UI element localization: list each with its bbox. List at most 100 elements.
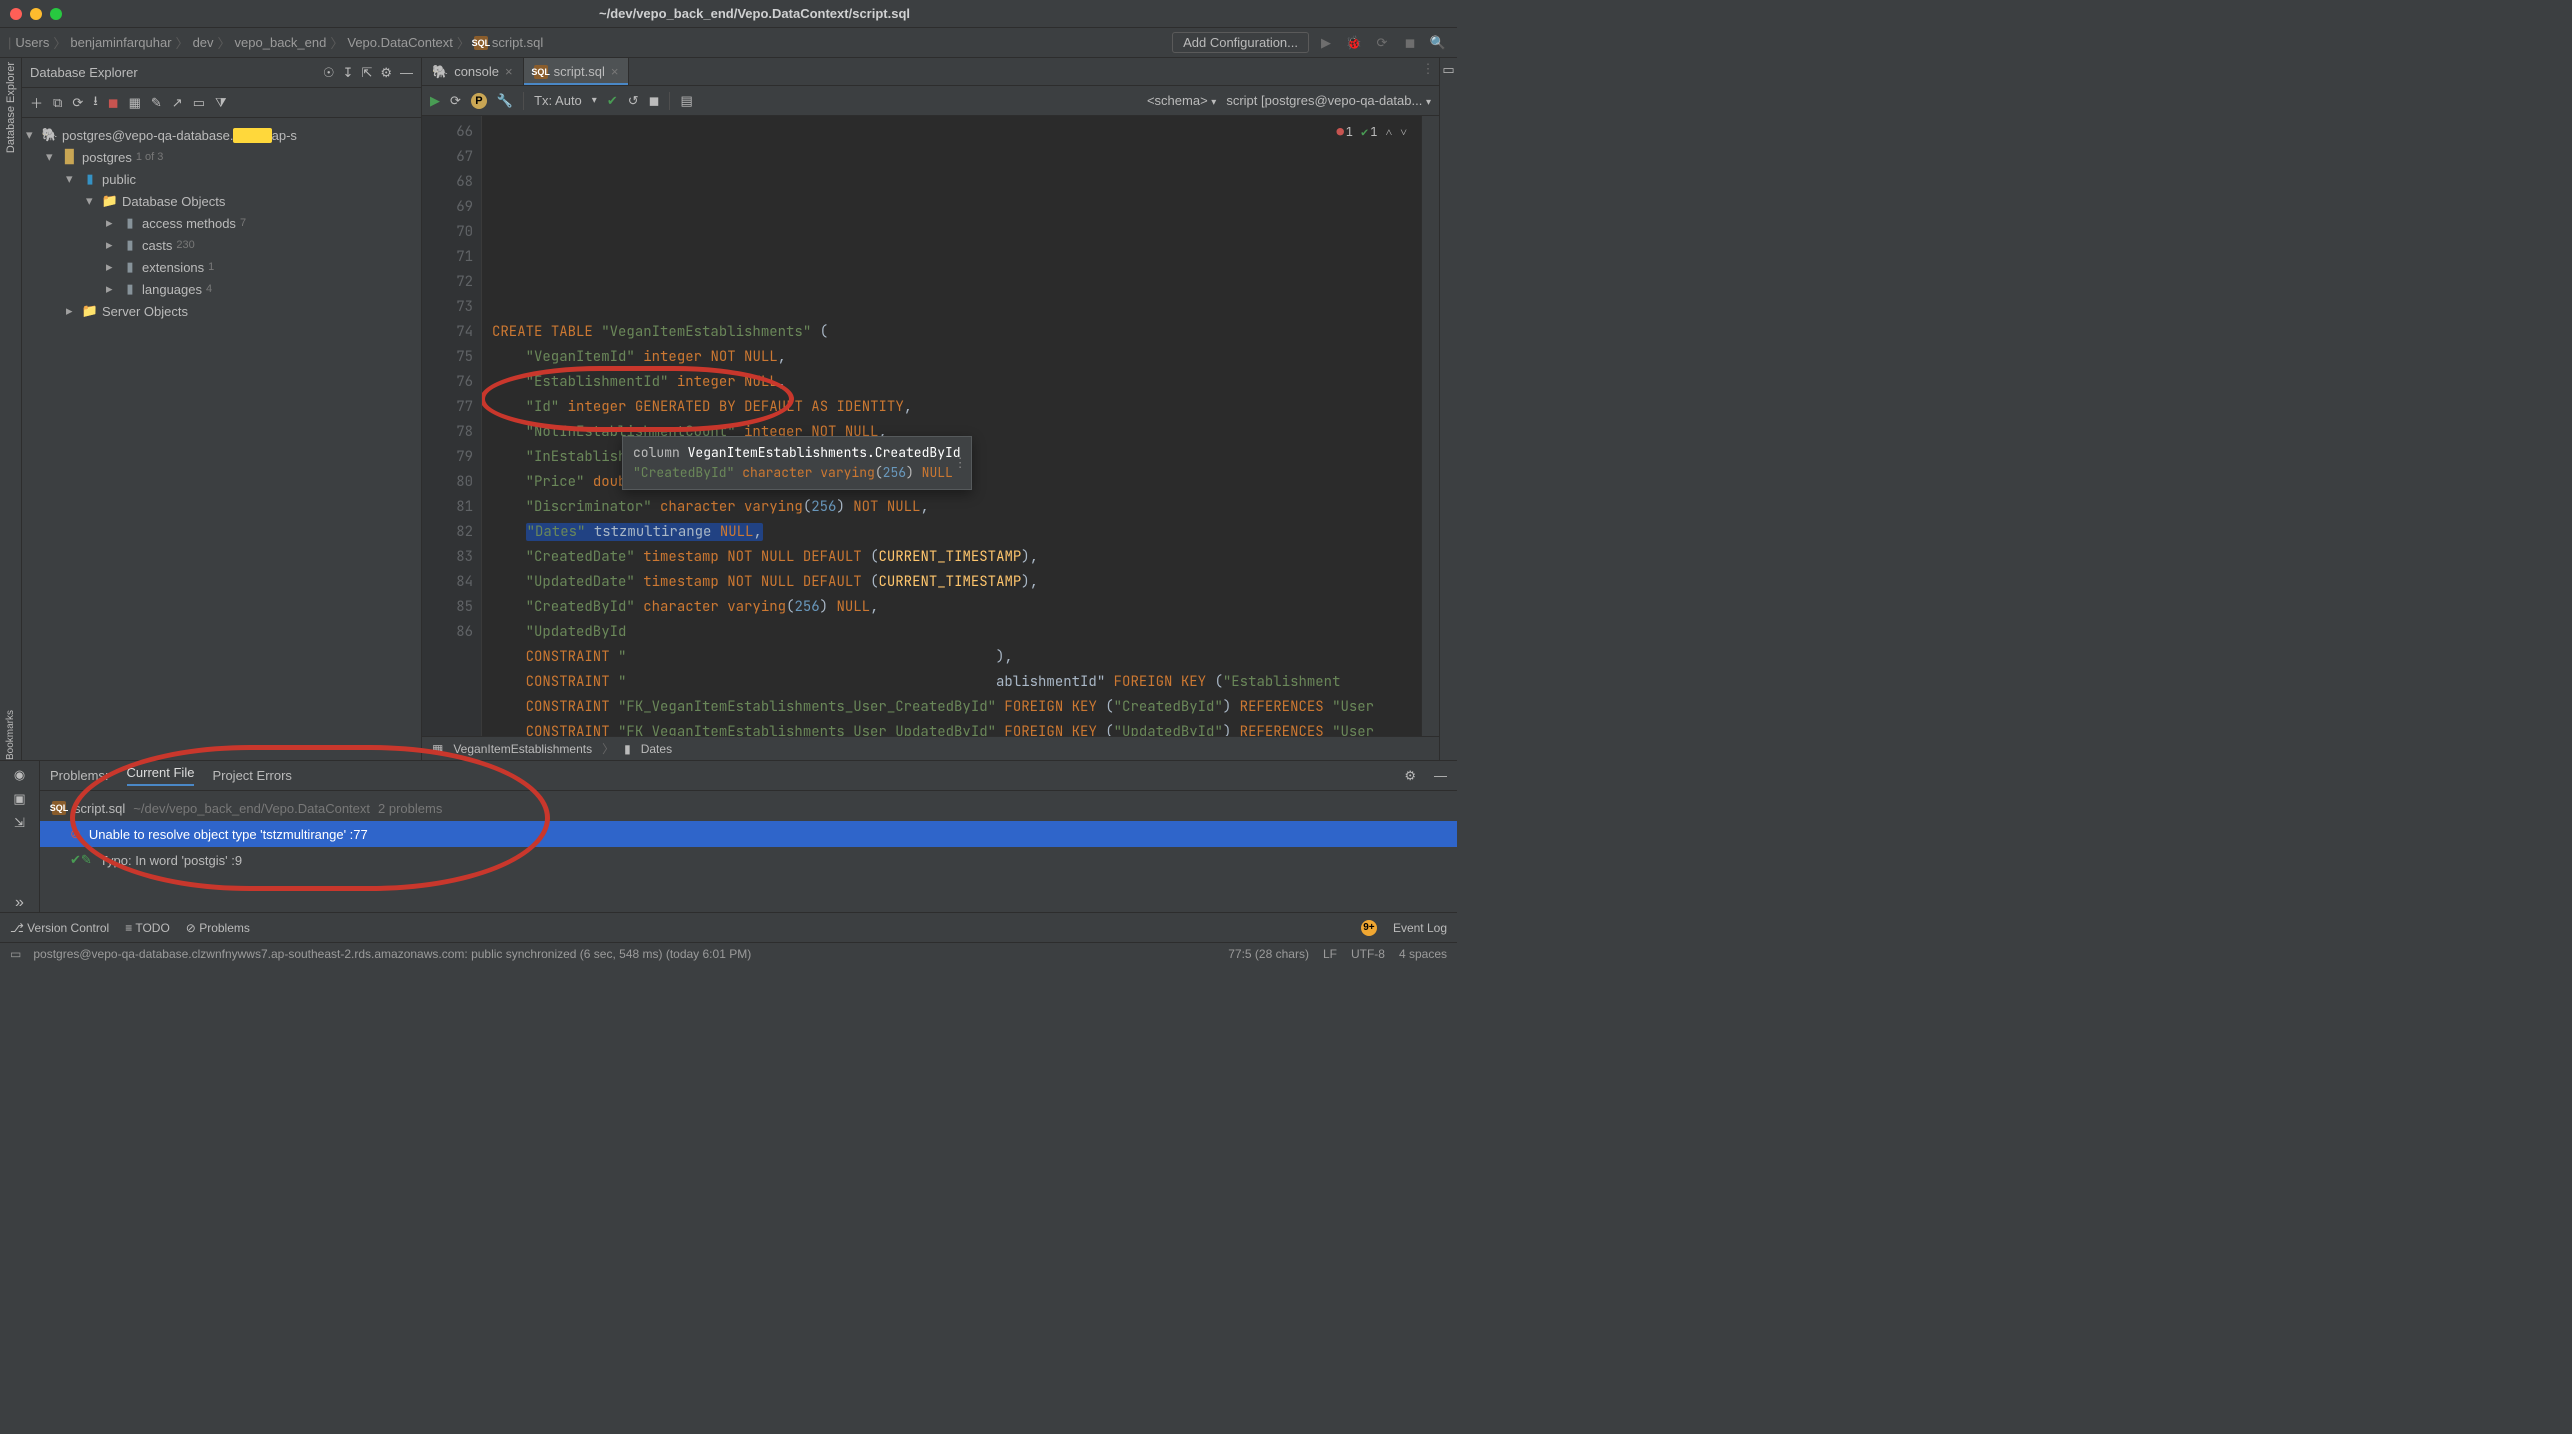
expand-icon[interactable]: ⇲ [14, 815, 25, 831]
chevron-down-icon[interactable]: ▾ [66, 171, 78, 187]
zoom-window-icon[interactable] [50, 8, 62, 20]
problem-warn-row[interactable]: ✔✎ Typo: In word 'postgis' :9 [40, 847, 1457, 873]
download-icon[interactable]: ⭳ [93, 92, 98, 114]
problems-tool[interactable]: ⊘ Problems [186, 921, 250, 935]
schema-selector[interactable]: <schema> ▾ [1147, 93, 1216, 108]
chevron-right-icon[interactable]: ▸ [106, 215, 118, 231]
tree-item[interactable]: access methods [142, 216, 236, 231]
chevron-down-icon[interactable]: ▾ [26, 127, 38, 143]
rerun-icon[interactable]: ⟳ [1371, 32, 1393, 54]
chevron-down-icon[interactable]: ▾ [86, 193, 98, 209]
tab-project-errors[interactable]: Project Errors [212, 768, 291, 783]
filter-icon[interactable]: ⧩ [215, 95, 227, 111]
ok-indicator[interactable]: 1 [1361, 120, 1377, 145]
copy-icon[interactable]: ⧉ [53, 95, 62, 111]
notifications-icon[interactable]: ▭ [1442, 62, 1454, 78]
tooltip-menu-icon[interactable]: ⋮ [954, 453, 967, 473]
crumb[interactable]: dev [193, 35, 214, 50]
more-icon[interactable]: » [15, 894, 24, 912]
tree-item[interactable]: casts [142, 238, 172, 253]
stop-sync-icon[interactable]: ◼ [108, 95, 119, 111]
db-objects-node[interactable]: Database Objects [122, 194, 225, 209]
indent[interactable]: 4 spaces [1399, 947, 1447, 961]
editor-area: 🐘 console × SQL script.sql × ⋮ ▶ ⟳ P 🔧 T… [422, 58, 1439, 760]
version-control-tool[interactable]: ⎇ Version Control [10, 921, 109, 935]
table-icon[interactable]: ▦ [129, 95, 141, 111]
code-editor[interactable]: 1 1 ˄ ˅ CREATE TABLE "VeganItemEstablish… [482, 116, 1421, 736]
chevron-down-icon[interactable]: ▾ [46, 149, 58, 165]
error-indicator[interactable]: 1 [1337, 120, 1353, 145]
stop-icon[interactable]: ◼ [1399, 32, 1421, 54]
minimize-panel-icon[interactable]: — [400, 65, 413, 81]
crumb[interactable]: vepo_back_end [235, 35, 327, 50]
layout-icon[interactable]: ▣ [13, 791, 25, 807]
find-usages-icon[interactable]: ☉ [323, 65, 335, 81]
debug-icon[interactable]: 🐞 [1343, 32, 1365, 54]
wrench-icon[interactable]: 🔧 [497, 93, 513, 109]
rollback-icon[interactable]: ↺ [628, 93, 639, 109]
tree-item[interactable]: languages [142, 282, 202, 297]
problem-error-row[interactable]: ⊘ Unable to resolve object type 'tstzmul… [40, 821, 1457, 847]
tree-item[interactable]: extensions [142, 260, 204, 275]
history-icon[interactable]: ⟳ [450, 93, 461, 109]
console-icon[interactable]: ▭ [193, 95, 205, 111]
cursor-position[interactable]: 77:5 (28 chars) [1228, 947, 1309, 961]
tab-script-sql[interactable]: SQL script.sql × [524, 58, 630, 85]
chevron-right-icon[interactable]: ▸ [106, 237, 118, 253]
todo-tool[interactable]: ≡ TODO [125, 921, 170, 935]
run-query-icon[interactable]: ↗ [172, 95, 183, 111]
execute-icon[interactable]: ▶ [430, 93, 440, 109]
add-icon[interactable]: ＋ [30, 93, 43, 112]
notification-badge[interactable]: 9+ [1361, 920, 1377, 936]
server-objects-node[interactable]: Server Objects [102, 304, 188, 319]
chevron-down-icon[interactable]: ▾ [592, 95, 597, 106]
close-tab-icon[interactable]: × [505, 64, 513, 79]
bc-column[interactable]: Dates [641, 742, 672, 756]
crumb[interactable]: script.sql [492, 35, 543, 50]
status-info-icon[interactable]: ▭ [10, 947, 21, 961]
event-log-tool[interactable]: Event Log [1393, 921, 1447, 935]
collapse-icon[interactable]: ⇱ [361, 65, 372, 81]
database-explorer-tool[interactable]: Database Explorer [5, 62, 17, 153]
database-node[interactable]: postgres [82, 150, 132, 165]
down-nav-icon[interactable]: ˅ [1400, 120, 1407, 145]
up-nav-icon[interactable]: ˄ [1385, 120, 1392, 145]
tab-menu-icon[interactable]: ⋮ [1417, 58, 1439, 80]
crumb[interactable]: Vepo.DataContext [347, 35, 453, 50]
refresh-icon[interactable]: ⟳ [72, 95, 83, 111]
eye-icon[interactable]: ◉ [14, 767, 25, 783]
chevron-right-icon[interactable]: ▸ [106, 259, 118, 275]
crumb[interactable]: benjaminfarquhar [70, 35, 171, 50]
add-configuration-button[interactable]: Add Configuration... [1172, 32, 1309, 53]
pending-icon[interactable]: P [471, 93, 487, 109]
problems-file[interactable]: script.sql [74, 801, 125, 816]
tx-mode[interactable]: Tx: Auto [534, 93, 582, 108]
gear-icon[interactable]: ⚙ [1404, 768, 1416, 784]
structure-icon[interactable]: ▤ [680, 93, 692, 109]
right-marker-bar[interactable] [1421, 116, 1439, 736]
encoding[interactable]: UTF-8 [1351, 947, 1385, 961]
datasource-selector[interactable]: script [postgres@vepo-qa-datab... ▾ [1226, 93, 1431, 108]
connection-node[interactable]: postgres@vepo-qa-database. ap-s [62, 128, 297, 143]
close-window-icon[interactable] [10, 8, 22, 20]
line-ending[interactable]: LF [1323, 947, 1337, 961]
bc-table[interactable]: VeganItemEstablishments [453, 742, 592, 756]
chevron-right-icon[interactable]: ▸ [66, 303, 78, 319]
search-icon[interactable]: 🔍 [1427, 32, 1449, 54]
tab-console[interactable]: 🐘 console × [422, 58, 524, 85]
minimize-window-icon[interactable] [30, 8, 42, 20]
commit-icon[interactable]: ✔ [607, 93, 618, 109]
stop-icon[interactable]: ◼ [649, 93, 660, 109]
schema-node[interactable]: public [102, 172, 136, 187]
close-tab-icon[interactable]: × [611, 64, 619, 79]
chevron-right-icon[interactable]: ▸ [106, 281, 118, 297]
expand-down-icon[interactable]: ↧ [343, 65, 354, 81]
run-icon[interactable]: ▶ [1315, 32, 1337, 54]
gear-icon[interactable]: ⚙ [380, 65, 392, 81]
sql-file-icon: SQL [52, 801, 66, 815]
edit-icon[interactable]: ✎ [151, 95, 162, 111]
minimize-icon[interactable]: — [1434, 768, 1447, 783]
tab-current-file[interactable]: Current File [127, 765, 195, 786]
bookmarks-tool[interactable]: Bookmarks [5, 710, 16, 760]
crumb[interactable]: Users [15, 35, 49, 50]
